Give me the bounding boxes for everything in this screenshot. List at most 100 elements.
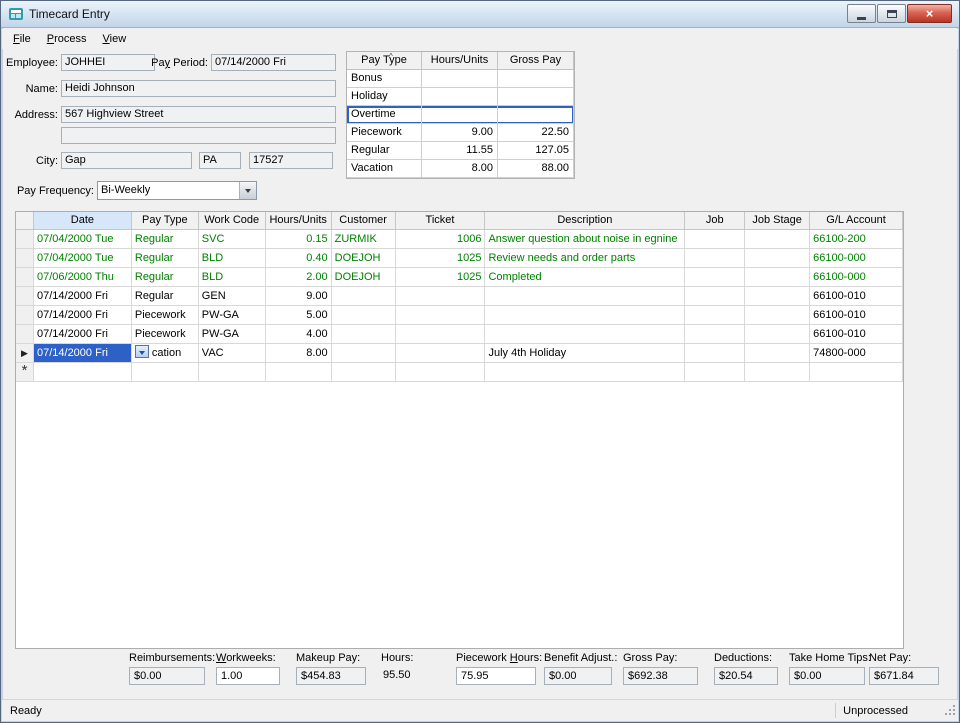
cell-work-code[interactable]: PW-GA — [199, 306, 266, 325]
pay-summary-row[interactable]: Piecework9.0022.50 — [347, 124, 574, 142]
row-selector[interactable] — [16, 287, 34, 306]
cell-job-stage[interactable] — [745, 268, 810, 287]
cell-hours-units[interactable]: 2.00 — [266, 268, 332, 287]
cell-hours-units[interactable]: 5.00 — [266, 306, 332, 325]
cell-customer[interactable] — [332, 363, 396, 382]
summary-cell-hours-units[interactable]: 9.00 — [422, 124, 498, 142]
column-header-pay-type[interactable]: Pay Type — [132, 212, 199, 230]
cell-job-stage[interactable] — [745, 325, 810, 344]
cell-work-code[interactable]: PW-GA — [199, 325, 266, 344]
summary-column-header-hours-units[interactable]: Hours/Units — [422, 52, 498, 70]
state-field[interactable]: PA — [199, 152, 241, 169]
cell-job[interactable] — [685, 230, 745, 249]
cell-job[interactable] — [685, 268, 745, 287]
cell-ticket[interactable]: 1025 — [396, 249, 486, 268]
new-row-marker[interactable]: * — [16, 363, 34, 382]
cell-hours-units[interactable]: 0.40 — [266, 249, 332, 268]
cell-customer[interactable] — [332, 287, 396, 306]
title-bar[interactable]: Timecard Entry × — [1, 1, 959, 28]
cell-customer[interactable]: DOEJOH — [332, 268, 396, 287]
cell-pay-type[interactable]: Regular — [132, 268, 199, 287]
pay-summary-row[interactable]: Holiday — [347, 88, 574, 106]
workweeks-field[interactable]: 1.00 — [216, 667, 280, 685]
piecework-hours-field[interactable]: 75.95 — [456, 667, 536, 685]
cell-job[interactable] — [685, 325, 745, 344]
column-header-gl-account[interactable]: G/L Account — [810, 212, 903, 230]
cell-pay-type[interactable]: Piecework — [132, 306, 199, 325]
cell-job-stage[interactable] — [745, 230, 810, 249]
cell-customer[interactable]: ZURMIK — [332, 230, 396, 249]
menu-process[interactable]: Process — [39, 30, 95, 48]
cell-work-code[interactable] — [199, 363, 266, 382]
cell-pay-type[interactable]: Regular — [132, 230, 199, 249]
summary-cell-gross-pay[interactable]: 22.50 — [498, 124, 574, 142]
cell-date[interactable]: 07/04/2000 Tue — [34, 249, 132, 268]
pay-summary-row[interactable]: Vacation8.0088.00 — [347, 160, 574, 178]
cell-job[interactable] — [685, 249, 745, 268]
cell-ticket[interactable] — [396, 363, 486, 382]
minimize-button[interactable] — [847, 4, 876, 23]
cell-description[interactable] — [485, 306, 685, 325]
gross-pay-field[interactable]: $692.38 — [623, 667, 698, 685]
cell-job-stage[interactable] — [745, 344, 810, 363]
cell-pay-type[interactable]: Regular — [132, 249, 199, 268]
summary-cell-gross-pay[interactable]: 127.05 — [498, 142, 574, 160]
cell-description[interactable]: Answer question about noise in egnine — [485, 230, 685, 249]
row-selector[interactable] — [16, 325, 34, 344]
cell-date[interactable] — [34, 363, 132, 382]
pay-summary-row[interactable]: Bonus — [347, 70, 574, 88]
cell-job-stage[interactable] — [745, 249, 810, 268]
summary-column-header-gross-pay[interactable]: Gross Pay — [498, 52, 574, 70]
cell-pay-type[interactable]: cation — [132, 344, 199, 363]
cell-description[interactable] — [485, 287, 685, 306]
summary-cell-pay-type[interactable]: Piecework — [347, 124, 422, 142]
menu-file[interactable]: File — [5, 30, 39, 48]
cell-work-code[interactable]: VAC — [199, 344, 266, 363]
cell-ticket[interactable] — [396, 325, 486, 344]
cell-description[interactable] — [485, 325, 685, 344]
cell-pay-type[interactable]: Piecework — [132, 325, 199, 344]
cell-ticket[interactable] — [396, 306, 486, 325]
summary-column-header-pay-type[interactable]: Pay Type ^ — [347, 52, 422, 70]
cell-date[interactable]: 07/14/2000 Fri — [34, 287, 132, 306]
column-header-date[interactable]: Date — [34, 212, 132, 230]
reimbursements-field[interactable]: $0.00 — [129, 667, 205, 685]
cell-work-code[interactable]: BLD — [199, 268, 266, 287]
summary-cell-hours-units[interactable] — [422, 106, 498, 124]
makeup-pay-field[interactable]: $454.83 — [296, 667, 366, 685]
pay-summary-row[interactable]: Overtime — [347, 106, 574, 124]
cell-description[interactable]: Review needs and order parts — [485, 249, 685, 268]
cell-hours-units[interactable]: 0.15 — [266, 230, 332, 249]
maximize-button[interactable] — [877, 4, 906, 23]
cell-job-stage[interactable] — [745, 306, 810, 325]
summary-cell-hours-units[interactable]: 11.55 — [422, 142, 498, 160]
close-button[interactable]: × — [907, 4, 952, 23]
cell-work-code[interactable]: GEN — [199, 287, 266, 306]
cell-customer[interactable] — [332, 325, 396, 344]
cell-hours-units[interactable]: 4.00 — [266, 325, 332, 344]
cell-hours-units[interactable] — [266, 363, 332, 382]
benefit-adjust-field[interactable]: $0.00 — [544, 667, 612, 685]
cell-job-stage[interactable] — [745, 287, 810, 306]
cell-date[interactable]: 07/14/2000 Fri — [34, 306, 132, 325]
summary-cell-hours-units[interactable] — [422, 88, 498, 106]
cell-g-l-account[interactable]: 66100-010 — [810, 325, 903, 344]
summary-cell-pay-type[interactable]: Holiday — [347, 88, 422, 106]
cell-job-stage[interactable] — [745, 363, 810, 382]
cell-g-l-account[interactable]: 74800-000 — [810, 344, 903, 363]
city-field[interactable]: Gap — [61, 152, 192, 169]
column-header-work-code[interactable]: Work Code — [199, 212, 266, 230]
column-header-customer[interactable]: Customer — [332, 212, 396, 230]
summary-cell-pay-type[interactable]: Regular — [347, 142, 422, 160]
summary-cell-hours-units[interactable] — [422, 70, 498, 88]
cell-g-l-account[interactable]: 66100-200 — [810, 230, 903, 249]
cell-description[interactable]: July 4th Holiday — [485, 344, 685, 363]
summary-cell-gross-pay[interactable] — [498, 88, 574, 106]
address2-field[interactable] — [61, 127, 336, 144]
cell-description[interactable] — [485, 363, 685, 382]
cell-date[interactable]: 07/14/2000 Fri — [34, 325, 132, 344]
row-selector-header[interactable] — [16, 212, 34, 230]
summary-cell-pay-type[interactable]: Vacation — [347, 160, 422, 178]
column-header-ticket[interactable]: Ticket — [396, 212, 486, 230]
cell-g-l-account[interactable]: 66100-010 — [810, 306, 903, 325]
